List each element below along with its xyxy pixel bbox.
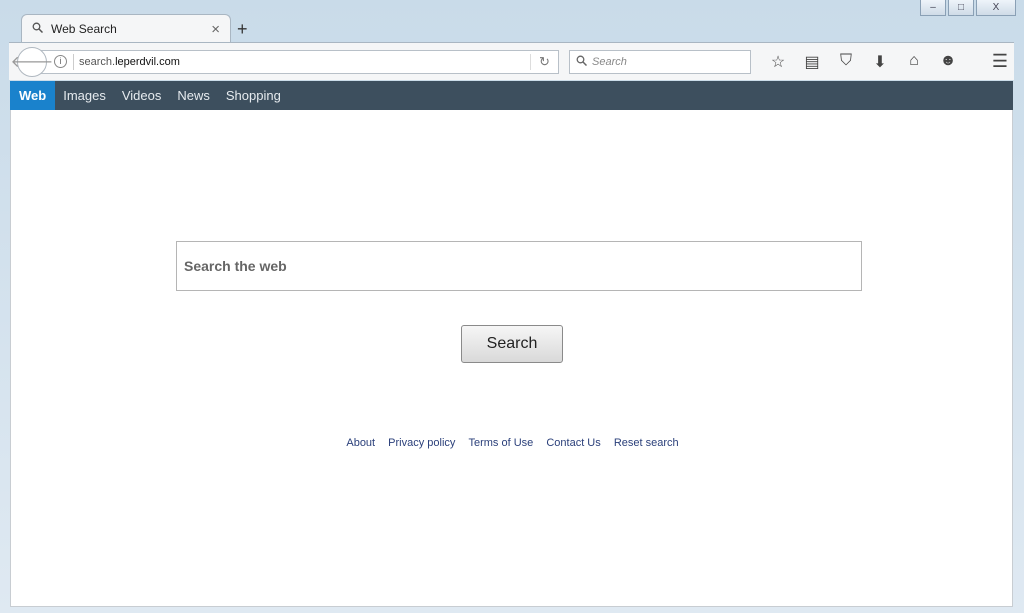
close-tab-icon[interactable]: ×: [211, 21, 220, 38]
reset-search-link[interactable]: Reset search: [614, 437, 679, 449]
new-tab-button[interactable]: +: [237, 19, 248, 40]
divider: [73, 53, 74, 70]
url-prefix: search.: [79, 55, 116, 68]
nav-web[interactable]: Web: [10, 81, 56, 110]
hello-chat-icon[interactable]: ☻: [931, 52, 965, 72]
home-icon[interactable]: ⌂: [897, 52, 931, 72]
page-content: Search the web Search About Privacy poli…: [10, 110, 1013, 607]
search-placeholder: Search: [592, 55, 627, 68]
search-category-nav: Web Images Videos News Shopping: [10, 81, 1013, 110]
privacy-policy-link[interactable]: Privacy policy: [388, 437, 455, 449]
pocket-icon[interactable]: ⛉: [829, 52, 863, 72]
search-icon: [576, 55, 588, 69]
hamburger-menu-icon[interactable]: ☰: [992, 51, 1008, 72]
nav-images[interactable]: Images: [55, 81, 114, 110]
nav-shopping[interactable]: Shopping: [218, 81, 289, 110]
search-button[interactable]: Search: [461, 325, 563, 363]
reload-icon[interactable]: ↻: [530, 53, 558, 70]
terms-of-use-link[interactable]: Terms of Use: [468, 437, 533, 449]
browser-window: Web Search × + 🡐 i search. leperdvil.com …: [9, 14, 1014, 607]
reading-list-icon[interactable]: ▤: [795, 52, 829, 72]
url-domain: leperdvil.com: [115, 55, 180, 68]
search-icon: [32, 22, 44, 36]
download-icon[interactable]: ⬇: [863, 52, 897, 72]
back-button[interactable]: 🡐: [11, 46, 53, 77]
nav-news[interactable]: News: [169, 81, 218, 110]
about-link[interactable]: About: [346, 437, 375, 449]
info-icon[interactable]: i: [54, 55, 67, 68]
contact-us-link[interactable]: Contact Us: [546, 437, 600, 449]
url-bar[interactable]: i search. leperdvil.com ↻: [39, 49, 559, 74]
nav-videos[interactable]: Videos: [114, 81, 170, 110]
toolbar: 🡐 i search. leperdvil.com ↻ Search ☆ ▤ ⛉ …: [9, 42, 1014, 80]
arrow-left-icon: 🡐: [10, 54, 54, 71]
tab-title: Web Search: [51, 22, 117, 36]
web-search-input[interactable]: Search the web: [176, 241, 862, 291]
bookmark-star-icon[interactable]: ☆: [761, 52, 795, 72]
footer-links: About Privacy policy Terms of Use Contac…: [11, 437, 1014, 449]
browser-search-input[interactable]: Search: [569, 49, 751, 74]
tab-web-search[interactable]: Web Search ×: [21, 14, 231, 43]
